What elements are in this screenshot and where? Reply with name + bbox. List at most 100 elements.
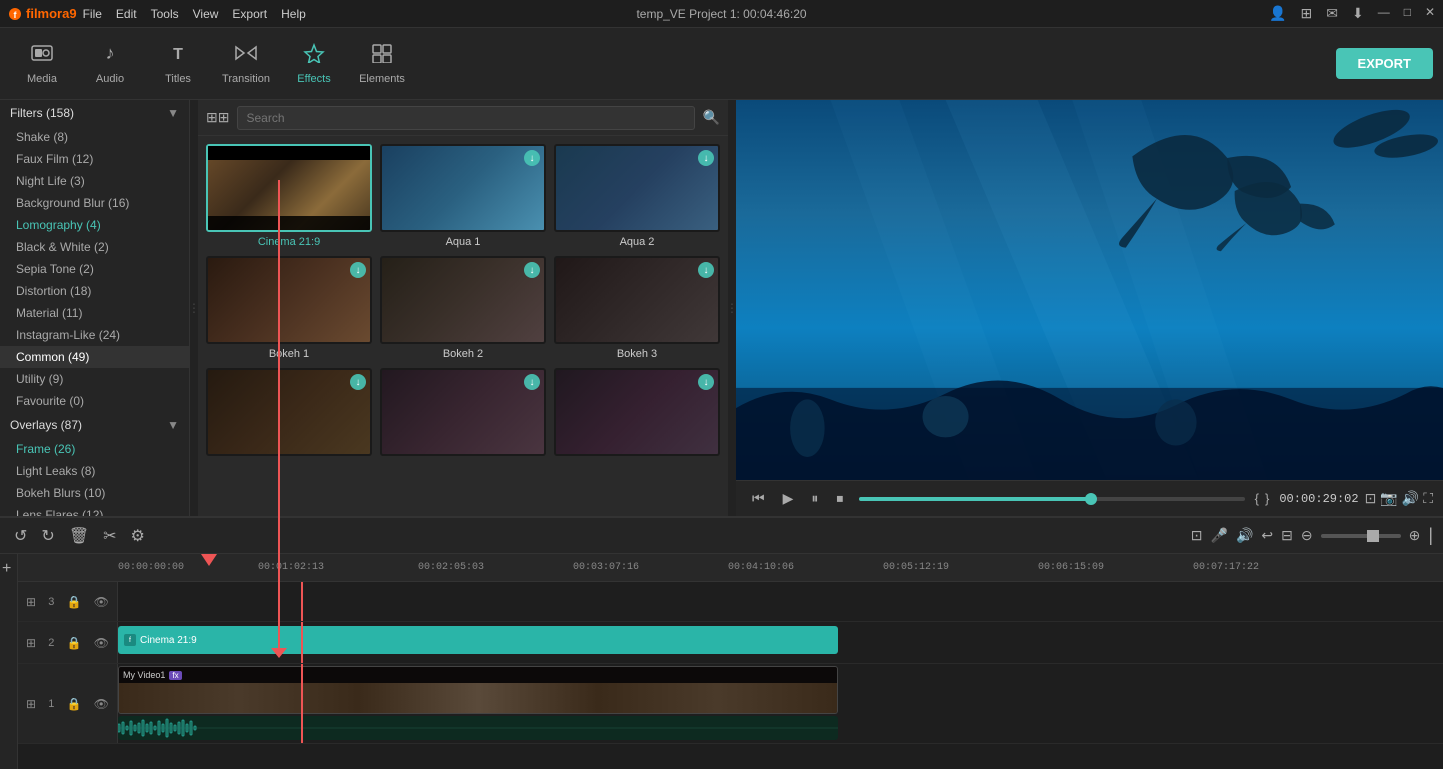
filter-sepia[interactable]: Sepia Tone (2): [0, 258, 189, 280]
stop-btn[interactable]: ⏹: [830, 488, 849, 509]
bracket-end-btn[interactable]: }: [1265, 491, 1269, 506]
effect-cinema-21-9[interactable]: Cinema 21:9: [206, 144, 372, 248]
effect-row3-3[interactable]: ↓: [554, 368, 720, 460]
track-2-eye[interactable]: 👁: [94, 636, 109, 650]
filter-common[interactable]: Common (49): [0, 346, 189, 368]
menu-help[interactable]: Help: [281, 7, 306, 21]
effects-search-input[interactable]: [237, 106, 694, 130]
pause-btn[interactable]: ⏸: [805, 488, 824, 509]
overlay-light-leaks[interactable]: Light Leaks (8): [0, 460, 189, 482]
tool-titles[interactable]: T Titles: [146, 34, 210, 94]
effect-aqua-2[interactable]: ↓ Aqua 2: [554, 144, 720, 248]
effect-bokeh-3-thumb: ↓: [554, 256, 720, 344]
effects-icon: [303, 43, 325, 69]
track-3-lock[interactable]: 🔒: [67, 595, 82, 609]
overlay-lens-flares[interactable]: Lens Flares (12): [0, 504, 189, 516]
track-1-eye[interactable]: 👁: [94, 697, 109, 711]
filter-shake-label: Shake (8): [16, 130, 68, 144]
skip-back-btn[interactable]: ⏮: [746, 488, 771, 509]
effect-row3-2[interactable]: ↓: [380, 368, 546, 460]
export-button[interactable]: EXPORT: [1336, 48, 1433, 79]
tl-add-icon[interactable]: |: [1428, 525, 1433, 546]
search-icon[interactable]: 🔍: [703, 109, 720, 126]
menu-bar: File Edit Tools View Export Help: [83, 7, 306, 21]
effect-row3-1[interactable]: ↓: [206, 368, 372, 460]
filter-distortion[interactable]: Distortion (18): [0, 280, 189, 302]
filters-header-label: Filters (158): [10, 106, 74, 120]
tool-audio[interactable]: ♪ Audio: [78, 34, 142, 94]
volume-icon[interactable]: 🔊: [1402, 490, 1419, 507]
redo-btn[interactable]: ↻: [37, 524, 58, 548]
tool-media[interactable]: Media: [10, 34, 74, 94]
video-clip[interactable]: My Video1 fx: [118, 666, 838, 714]
panel-divider-left[interactable]: ⋮: [190, 100, 198, 516]
preview-video: [736, 100, 1443, 480]
menu-file[interactable]: File: [83, 7, 102, 21]
snapshot-icon[interactable]: ⊡: [1191, 527, 1203, 544]
overlays-header[interactable]: Overlays (87) ▼: [0, 412, 189, 438]
menu-view[interactable]: View: [193, 7, 219, 21]
loop-icon[interactable]: ↩: [1261, 527, 1273, 544]
audio-waveform[interactable]: [118, 716, 838, 740]
menu-edit[interactable]: Edit: [116, 7, 137, 21]
screenshot-icon[interactable]: 📷: [1380, 490, 1397, 507]
effect-bokeh-3[interactable]: ↓ Bokeh 3: [554, 256, 720, 360]
cinema-clip[interactable]: f Cinema 21:9: [118, 626, 838, 654]
tool-transition[interactable]: Transition: [214, 34, 278, 94]
filter-bg-blur[interactable]: Background Blur (16): [0, 192, 189, 214]
microphone-icon[interactable]: 🎤: [1211, 527, 1228, 544]
filter-material[interactable]: Material (11): [0, 302, 189, 324]
zoom-thumb[interactable]: [1367, 530, 1379, 542]
fullscreen-icon[interactable]: ⛶: [1423, 490, 1433, 507]
playhead-line-2: [301, 622, 303, 663]
progress-thumb[interactable]: [1085, 493, 1097, 505]
effect-aqua-1[interactable]: ↓ Aqua 1: [380, 144, 546, 248]
effect-bokeh-2[interactable]: ↓ Bokeh 2: [380, 256, 546, 360]
panel-divider-right[interactable]: ⋮: [728, 100, 736, 516]
filter-instagram-label: Instagram-Like (24): [16, 328, 120, 342]
filter-black-white[interactable]: Black & White (2): [0, 236, 189, 258]
maximize-btn[interactable]: □: [1404, 5, 1411, 22]
filter-shake[interactable]: Shake (8): [0, 126, 189, 148]
filter-utility[interactable]: Utility (9): [0, 368, 189, 390]
filter-favourite[interactable]: Favourite (0): [0, 390, 189, 412]
screen-size-icon[interactable]: ⊡: [1365, 490, 1377, 507]
audio-icon: ♪: [100, 43, 120, 69]
add-track-btn[interactable]: +: [0, 558, 13, 580]
ruler-tick-1: 00:01:02:13: [258, 562, 324, 573]
bracket-start-btn[interactable]: {: [1255, 491, 1259, 506]
track-2-lock[interactable]: 🔒: [67, 636, 82, 650]
minimize-btn[interactable]: —: [1378, 5, 1390, 22]
effect-aqua-2-thumb: ↓: [554, 144, 720, 232]
close-btn[interactable]: ✕: [1425, 5, 1435, 22]
cut-btn[interactable]: ✂: [99, 524, 120, 548]
track-3-eye[interactable]: 👁: [94, 595, 109, 609]
speaker-icon[interactable]: 🔊: [1236, 527, 1253, 544]
effect-row3-2-thumb: ↓: [380, 368, 546, 456]
filter-lomography[interactable]: Lomography (4): [0, 214, 189, 236]
progress-bar[interactable]: [859, 497, 1244, 501]
menu-tools[interactable]: Tools: [151, 7, 179, 21]
menu-export[interactable]: Export: [232, 7, 267, 21]
tool-effects[interactable]: Effects: [282, 34, 346, 94]
overlay-bokeh-blurs[interactable]: Bokeh Blurs (10): [0, 482, 189, 504]
tl-plus-icon[interactable]: ⊕: [1409, 527, 1421, 544]
play-btn[interactable]: ▶: [777, 488, 800, 509]
filters-header[interactable]: Filters (158) ▼: [0, 100, 189, 126]
audio-mix-btn[interactable]: ⚙: [127, 524, 149, 548]
delete-btn[interactable]: 🗑: [65, 524, 93, 548]
zoom-slider[interactable]: [1321, 534, 1401, 538]
effect-bokeh-1[interactable]: ↓ Bokeh 1: [206, 256, 372, 360]
grid-view-icon[interactable]: ⊞⊞: [206, 109, 229, 126]
filter-faux-film[interactable]: Faux Film (12): [0, 148, 189, 170]
tl-minus-icon[interactable]: ⊖: [1301, 527, 1313, 544]
undo-btn[interactable]: ↺: [10, 524, 31, 548]
filter-instagram[interactable]: Instagram-Like (24): [0, 324, 189, 346]
filter-nightlife[interactable]: Night Life (3): [0, 170, 189, 192]
split-icon[interactable]: ⊟: [1281, 527, 1293, 544]
tool-elements[interactable]: Elements: [350, 34, 414, 94]
overlay-frame[interactable]: Frame (26): [0, 438, 189, 460]
track-1-lock[interactable]: 🔒: [67, 697, 82, 711]
effect-bokeh-2-label: Bokeh 2: [443, 348, 483, 360]
filter-common-label: Common (49): [16, 350, 89, 364]
